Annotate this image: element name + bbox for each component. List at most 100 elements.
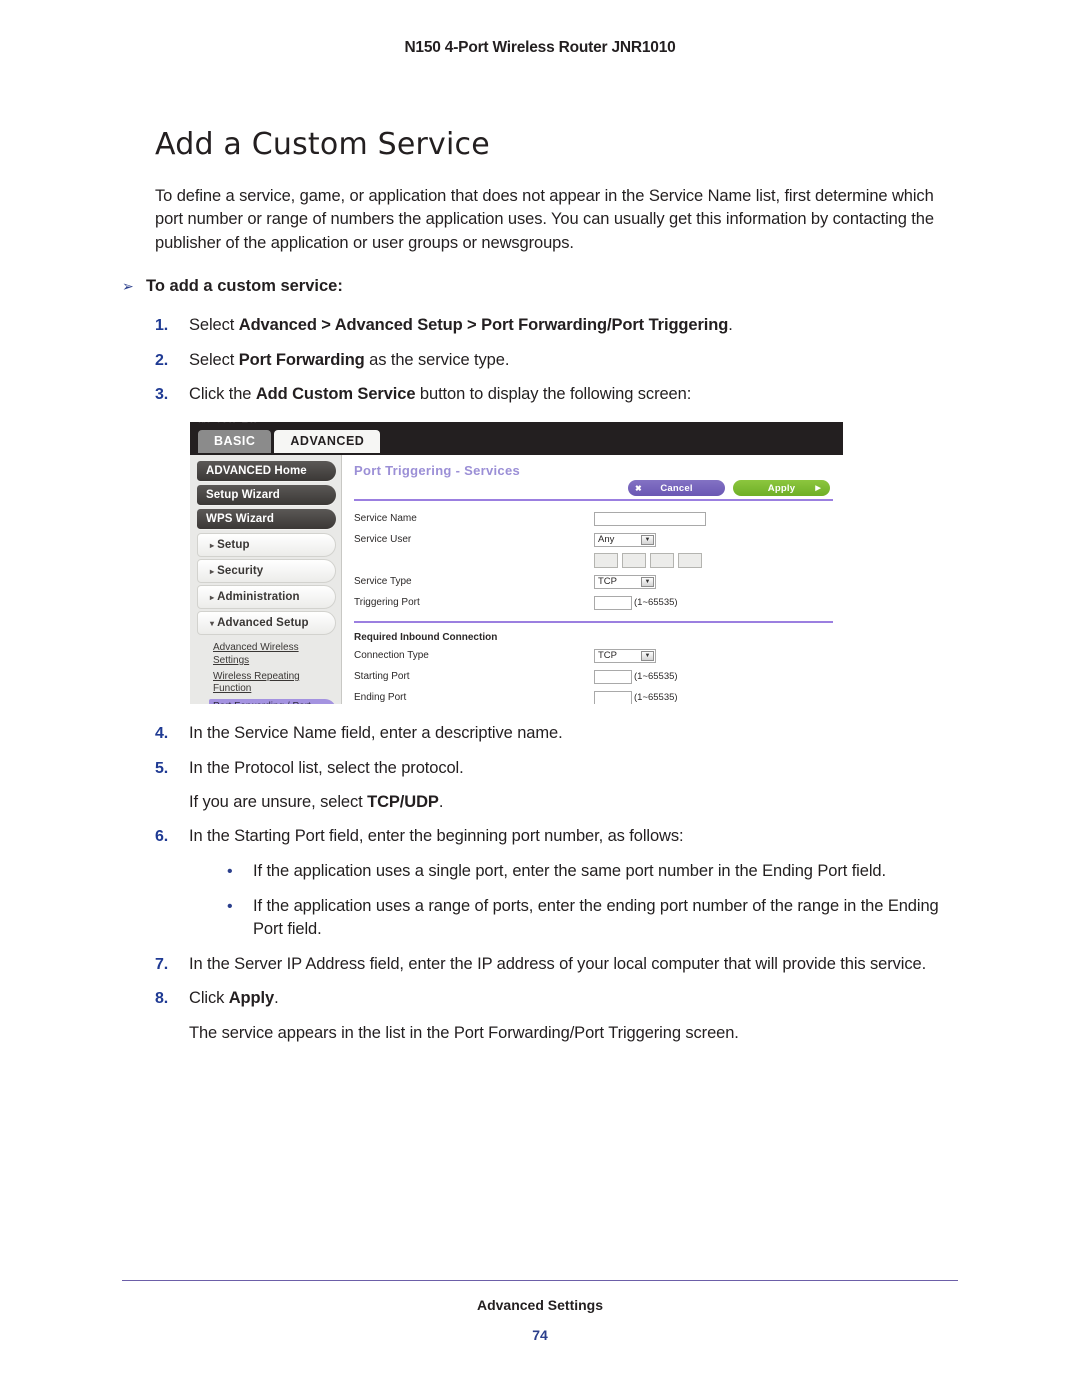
service-user-value: Any (598, 534, 614, 545)
connection-type-value: TCP (598, 650, 617, 661)
netgear-logo: NETGEAR (198, 422, 259, 423)
tab-basic[interactable]: BASIC (198, 430, 271, 453)
sidebar-item-setup-wizard[interactable]: Setup Wizard (197, 485, 336, 505)
step-number: 8. (155, 988, 189, 1010)
ip-octet-3-input[interactable] (650, 553, 674, 568)
procedure-step: 1.Select Advanced > Advanced Setup > Por… (155, 314, 955, 337)
ending-port-input[interactable] (594, 691, 632, 705)
intro-paragraph: To define a service, game, or applicatio… (155, 185, 955, 255)
procedure-step: 2.Select Port Forwarding as the service … (155, 349, 955, 372)
step-number: 3. (155, 384, 189, 406)
sidebar-link-port-forwarding-port-triggering[interactable]: Port Forwarding / Port Triggering (209, 699, 336, 704)
procedure-step: 4.In the Service Name field, enter a des… (155, 722, 955, 745)
chevron-right-icon: ▸ (210, 567, 214, 576)
sidebar-item-security[interactable]: ▸Security (197, 559, 336, 583)
service-type-value: TCP (598, 576, 617, 587)
step-text: In the Service Name field, enter a descr… (189, 722, 955, 745)
ip-octet-4-input[interactable] (678, 553, 702, 568)
apply-button[interactable]: Apply ▶ (733, 480, 830, 496)
bullet-text: If the application uses a range of ports… (253, 895, 955, 941)
bullet-icon: • (227, 899, 253, 915)
label-service-user: Service User (354, 534, 594, 545)
router-admin-ui: NETGEAR BASIC ADVANCED ADVANCED Home Set… (190, 422, 843, 704)
sidebar-item-advanced-home[interactable]: ADVANCED Home (197, 461, 336, 481)
bullet-icon: • (227, 864, 253, 880)
procedure-step: 3.Click the Add Custom Service button to… (155, 383, 955, 406)
service-name-input[interactable] (594, 512, 706, 526)
router-tab-bar: BASIC ADVANCED (198, 430, 380, 453)
field-row-service-user: Service User Any ▼ (354, 530, 833, 549)
ending-port-hint: (1~65535) (634, 692, 678, 703)
page-footer: Advanced Settings 74 (122, 1280, 958, 1343)
chevron-down-icon: ▼ (641, 535, 654, 545)
procedure-heading-label: To add a custom service: (146, 277, 343, 296)
sidebar-item-administration[interactable]: ▸Administration (197, 585, 336, 609)
router-screenshot-figure: NETGEAR BASIC ADVANCED ADVANCED Home Set… (190, 422, 843, 704)
sidebar-link-advanced-wireless-settings[interactable]: Advanced Wireless Settings (213, 642, 336, 666)
label-ending-port: Ending Port (354, 692, 594, 703)
sidebar-item-setup[interactable]: ▸Setup (197, 533, 336, 557)
sidebar-item-setup-label: Setup (217, 539, 249, 551)
step-number: 6. (155, 826, 189, 848)
page-title: Add a Custom Service (155, 128, 955, 161)
closing-note: The service appears in the list in the P… (189, 1022, 955, 1045)
step-text: In the Starting Port field, enter the be… (189, 825, 955, 848)
chevron-down-icon: ▾ (210, 619, 214, 628)
ip-octet-2-input[interactable] (622, 553, 646, 568)
footer-page-number: 74 (122, 1327, 958, 1343)
tab-advanced[interactable]: ADVANCED (274, 430, 380, 453)
service-type-select[interactable]: TCP ▼ (594, 575, 656, 589)
starting-port-input[interactable] (594, 670, 632, 684)
step-number: 2. (155, 350, 189, 372)
bullet-item: •If the application uses a single port, … (227, 860, 955, 883)
section-required-inbound: Required Inbound Connection (354, 631, 833, 644)
field-row-starting-port: Starting Port (1~65535) (354, 667, 833, 686)
procedure-step: 7.In the Server IP Address field, enter … (155, 953, 955, 976)
close-icon: ✖ (635, 484, 642, 493)
sidebar-item-wps-wizard[interactable]: WPS Wizard (197, 509, 336, 529)
chevron-down-icon: ▼ (641, 651, 654, 661)
starting-port-hint: (1~65535) (634, 671, 678, 682)
ip-octet-inputs (594, 553, 702, 568)
field-row-ip-octets (354, 551, 833, 570)
step-text: Select Advanced > Advanced Setup > Port … (189, 314, 955, 337)
ip-octet-1-input[interactable] (594, 553, 618, 568)
label-connection-type: Connection Type (354, 650, 594, 661)
chevron-right-icon: ▸ (210, 593, 214, 602)
bullet-list-port-guidance: •If the application uses a single port, … (155, 860, 955, 941)
field-row-service-name: Service Name (354, 509, 833, 528)
label-starting-port: Starting Port (354, 671, 594, 682)
service-user-select[interactable]: Any ▼ (594, 533, 656, 547)
router-sidebar: ADVANCED Home Setup Wizard WPS Wizard ▸S… (190, 455, 342, 704)
connection-type-select[interactable]: TCP ▼ (594, 649, 656, 663)
step-text: Click Apply. (189, 987, 955, 1010)
chevron-down-icon: ▼ (641, 577, 654, 587)
document-page: N150 4-Port Wireless Router JNR1010 Add … (0, 0, 1080, 1397)
field-row-triggering-port: Triggering Port (1~65535) (354, 593, 833, 612)
cancel-button[interactable]: ✖ Cancel (628, 480, 725, 496)
step-text: Select Port Forwarding as the service ty… (189, 349, 955, 372)
bullet-text: If the application uses a single port, e… (253, 860, 886, 883)
step-text: In the Server IP Address field, enter th… (189, 953, 955, 976)
step-text: Click the Add Custom Service button to d… (189, 383, 955, 406)
procedure-steps-top: 1.Select Advanced > Advanced Setup > Por… (155, 314, 955, 406)
step-number: 1. (155, 315, 189, 337)
bullet-item: •If the application uses a range of port… (227, 895, 955, 941)
running-head: N150 4-Port Wireless Router JNR1010 (0, 39, 1080, 57)
sidebar-item-security-label: Security (217, 565, 263, 577)
field-row-ending-port: Ending Port (1~65535) (354, 688, 833, 704)
label-triggering-port: Triggering Port (354, 597, 594, 608)
substep-note-protocol: If you are unsure, select TCP/UDP. (189, 791, 955, 814)
sidebar-item-administration-label: Administration (217, 591, 300, 603)
sidebar-item-advanced-setup[interactable]: ▾Advanced Setup (197, 611, 336, 635)
procedure-step: 8.Click Apply. (155, 987, 955, 1010)
procedure-steps-bottom: 4.In the Service Name field, enter a des… (155, 722, 955, 1044)
step-number: 7. (155, 954, 189, 976)
step-number: 4. (155, 723, 189, 745)
router-content-pane: Port Triggering - Services ✖ Cancel Appl… (342, 455, 843, 704)
triggering-port-input[interactable] (594, 596, 632, 610)
procedure-step: 6.In the Starting Port field, enter the … (155, 825, 955, 848)
step-text: In the Protocol list, select the protoco… (189, 757, 955, 780)
chevron-right-icon: ▸ (210, 541, 214, 550)
sidebar-link-wireless-repeating-function[interactable]: Wireless Repeating Function (213, 671, 336, 695)
